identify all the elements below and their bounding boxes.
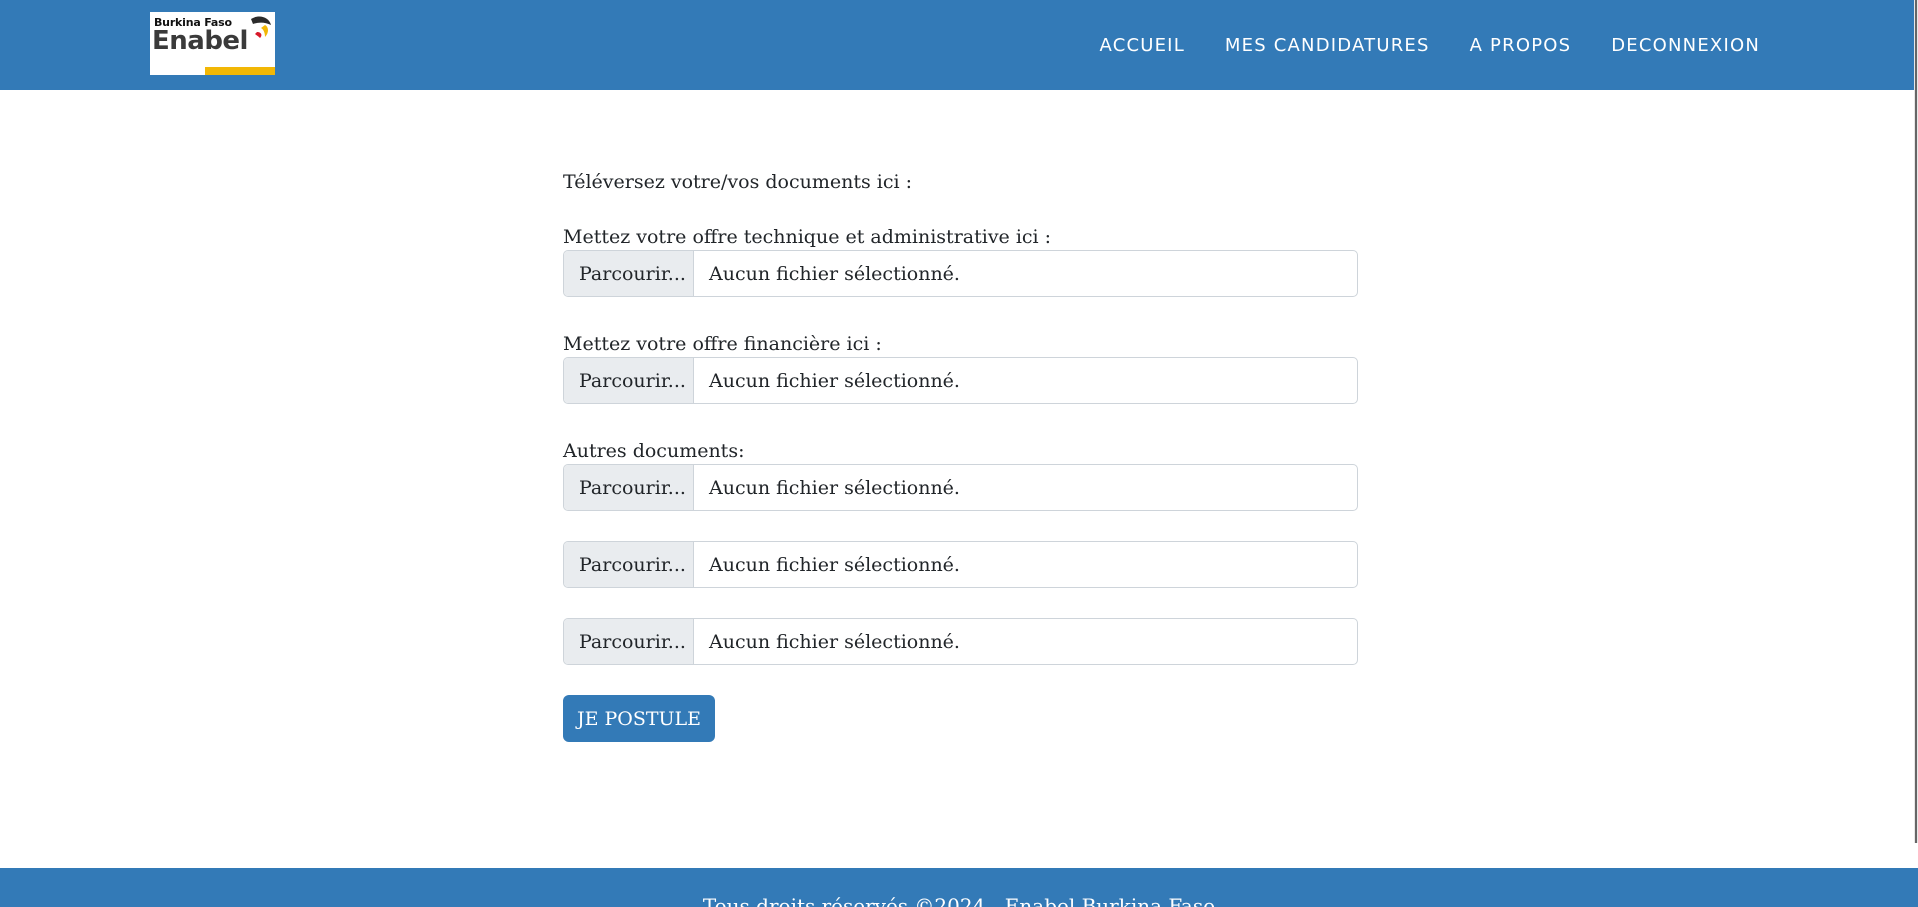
other-document-file-input-2[interactable]: Parcourir... Aucun fichier sélectionné.: [563, 541, 1358, 588]
scrollbar-thumb[interactable]: [1915, 0, 1917, 843]
technical-offer-file-input[interactable]: Parcourir... Aucun fichier sélectionné.: [563, 250, 1358, 297]
other-documents-label: Autres documents:: [563, 440, 745, 462]
file-status: Aucun fichier sélectionné.: [709, 262, 960, 285]
browse-button[interactable]: Parcourir...: [564, 251, 694, 296]
browse-button[interactable]: Parcourir...: [564, 619, 694, 664]
file-status: Aucun fichier sélectionné.: [709, 476, 960, 499]
enabel-logo[interactable]: Burkina Faso Enabel: [150, 12, 275, 75]
logo-tagline-strip: [205, 67, 275, 75]
nav-accueil[interactable]: ACCUEIL: [1100, 35, 1185, 56]
other-document-file-input-1[interactable]: Parcourir... Aucun fichier sélectionné.: [563, 464, 1358, 511]
nav-deconnexion[interactable]: DECONNEXION: [1611, 35, 1760, 56]
top-navbar: Burkina Faso Enabel ACCUEIL MES CANDIDAT…: [0, 0, 1918, 90]
file-status: Aucun fichier sélectionné.: [709, 630, 960, 653]
browse-button[interactable]: Parcourir...: [564, 358, 694, 403]
upload-intro: Téléversez votre/vos documents ici :: [563, 171, 913, 193]
submit-application-button[interactable]: JE POSTULE: [563, 695, 715, 742]
page-footer: Tous droits réservés ©2024 - Enabel Burk…: [0, 868, 1918, 907]
other-documents-group: Autres documents: Parcourir... Aucun fic…: [563, 438, 1358, 665]
nav-a-propos[interactable]: A PROPOS: [1470, 35, 1572, 56]
technical-offer-label: Mettez votre offre technique et administ…: [563, 226, 1052, 248]
logo-bird-icon: [251, 16, 271, 38]
financial-offer-group: Mettez votre offre financière ici : Parc…: [563, 331, 1358, 404]
logo-name: Enabel: [152, 26, 248, 56]
file-status: Aucun fichier sélectionné.: [709, 553, 960, 576]
footer-copyright: Tous droits réservés ©2024 - Enabel Burk…: [702, 894, 1216, 907]
other-document-file-input-3[interactable]: Parcourir... Aucun fichier sélectionné.: [563, 618, 1358, 665]
main-nav: ACCUEIL MES CANDIDATURES A PROPOS DECONN…: [1100, 0, 1761, 90]
financial-offer-label: Mettez votre offre financière ici :: [563, 333, 882, 355]
file-status: Aucun fichier sélectionné.: [709, 369, 960, 392]
technical-offer-group: Mettez votre offre technique et administ…: [563, 224, 1358, 297]
upload-form: Téléversez votre/vos documents ici : Met…: [563, 168, 1358, 742]
browse-button[interactable]: Parcourir...: [564, 542, 694, 587]
nav-mes-candidatures[interactable]: MES CANDIDATURES: [1225, 35, 1430, 56]
page-scrollbar[interactable]: [1914, 0, 1918, 843]
browse-button[interactable]: Parcourir...: [564, 465, 694, 510]
financial-offer-file-input[interactable]: Parcourir... Aucun fichier sélectionné.: [563, 357, 1358, 404]
